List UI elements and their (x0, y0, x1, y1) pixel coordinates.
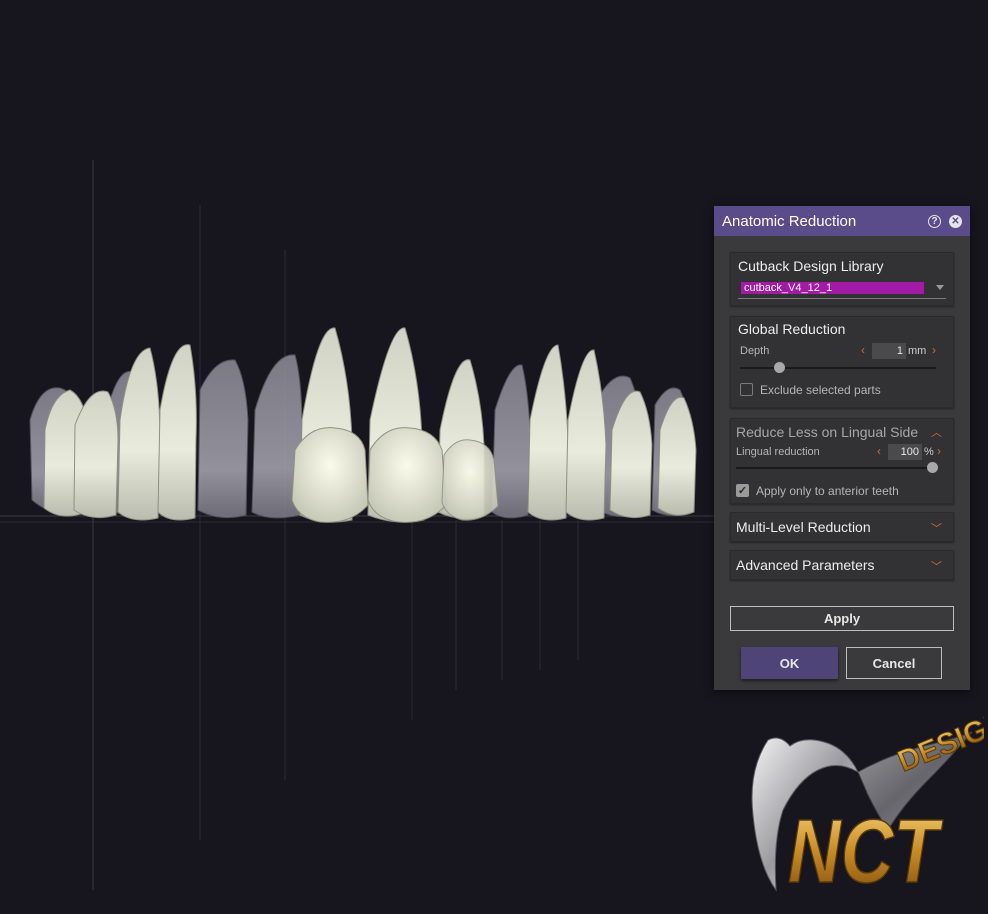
multi-level-title: Multi-Level Reduction (736, 519, 871, 535)
lingual-decrease-arrow-icon[interactable]: ‹ (877, 444, 881, 458)
help-icon[interactable]: ? (928, 214, 941, 228)
library-section: Cutback Design Library cutback_V4_12_1 (730, 252, 954, 306)
lingual-reduction-input[interactable]: 100 (888, 444, 922, 460)
lingual-title[interactable]: Reduce Less on Lingual Side (736, 424, 918, 440)
collapse-chevron-up-icon[interactable]: ︿ (931, 424, 942, 440)
dialog-title: Anatomic Reduction (722, 212, 857, 230)
anterior-teeth-label: Apply only to anterior teeth (756, 484, 899, 498)
apply-button[interactable]: Apply (730, 606, 954, 631)
library-title: Cutback Design Library (738, 258, 884, 274)
lingual-reduction-unit: % (924, 446, 934, 458)
lingual-slider-track[interactable] (736, 467, 932, 469)
lingual-section: Reduce Less on Lingual Side ︿ Lingual re… (730, 418, 954, 504)
global-reduction-section: Global Reduction Depth ‹ 1 mm › Exclude … (730, 316, 954, 408)
depth-unit: mm (908, 345, 927, 357)
advanced-section[interactable]: Advanced Parameters ﹀ (730, 550, 954, 580)
depth-increase-arrow-icon[interactable]: › (932, 343, 936, 357)
anatomic-reduction-dialog: Anatomic Reduction ? ✕ Cutback Design Li… (714, 206, 970, 690)
depth-slider-knob[interactable] (774, 362, 786, 373)
ok-button[interactable]: OK (741, 647, 838, 679)
global-reduction-title: Global Reduction (738, 321, 846, 337)
expand-chevron-down-icon[interactable]: ﹀ (931, 520, 942, 536)
close-icon[interactable]: ✕ (949, 214, 962, 228)
lingual-increase-arrow-icon[interactable]: › (937, 444, 941, 458)
dialog-header: Anatomic Reduction ? ✕ (714, 206, 970, 236)
library-selected-value: cutback_V4_12_1 (741, 282, 924, 294)
guide-lines (0, 160, 720, 890)
exclude-parts-checkbox[interactable] (740, 383, 753, 396)
anterior-teeth-checkbox[interactable]: ✓ (736, 484, 749, 497)
dropdown-arrow-icon (936, 285, 944, 290)
nct-design-logo: DESIGN NCT (751, 704, 984, 900)
lingual-reduction-label: Lingual reduction (736, 446, 820, 458)
depth-input[interactable]: 1 (872, 343, 906, 359)
library-dropdown[interactable]: cutback_V4_12_1 (738, 280, 946, 299)
cancel-button[interactable]: Cancel (846, 647, 942, 679)
depth-slider-track[interactable] (740, 367, 936, 369)
lingual-slider-knob[interactable] (927, 462, 938, 473)
multi-level-section[interactable]: Multi-Level Reduction ﹀ (730, 512, 954, 542)
depth-decrease-arrow-icon[interactable]: ‹ (861, 343, 865, 357)
exclude-parts-label: Exclude selected parts (760, 383, 881, 397)
depth-label: Depth (740, 345, 770, 357)
expand-chevron-down-icon[interactable]: ﹀ (931, 558, 942, 574)
teeth-model (29, 327, 697, 523)
logo-word-nct: NCT (788, 802, 944, 900)
advanced-title: Advanced Parameters (736, 557, 875, 573)
